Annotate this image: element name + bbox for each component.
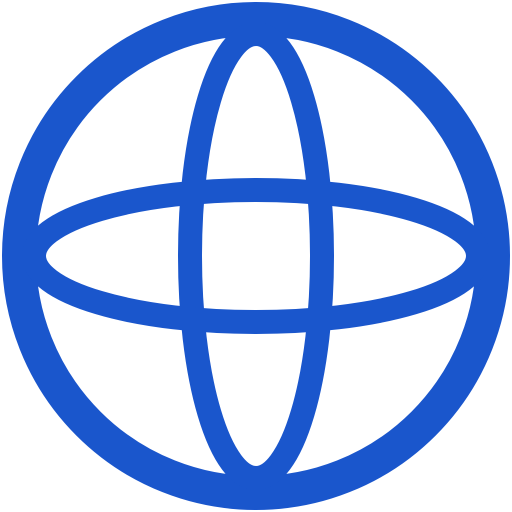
globe-equator [22, 178, 490, 334]
globe-icon [0, 0, 512, 512]
globe-outline [2, 2, 510, 510]
globe-icon-graphic [2, 2, 510, 510]
globe-meridian [178, 22, 334, 490]
